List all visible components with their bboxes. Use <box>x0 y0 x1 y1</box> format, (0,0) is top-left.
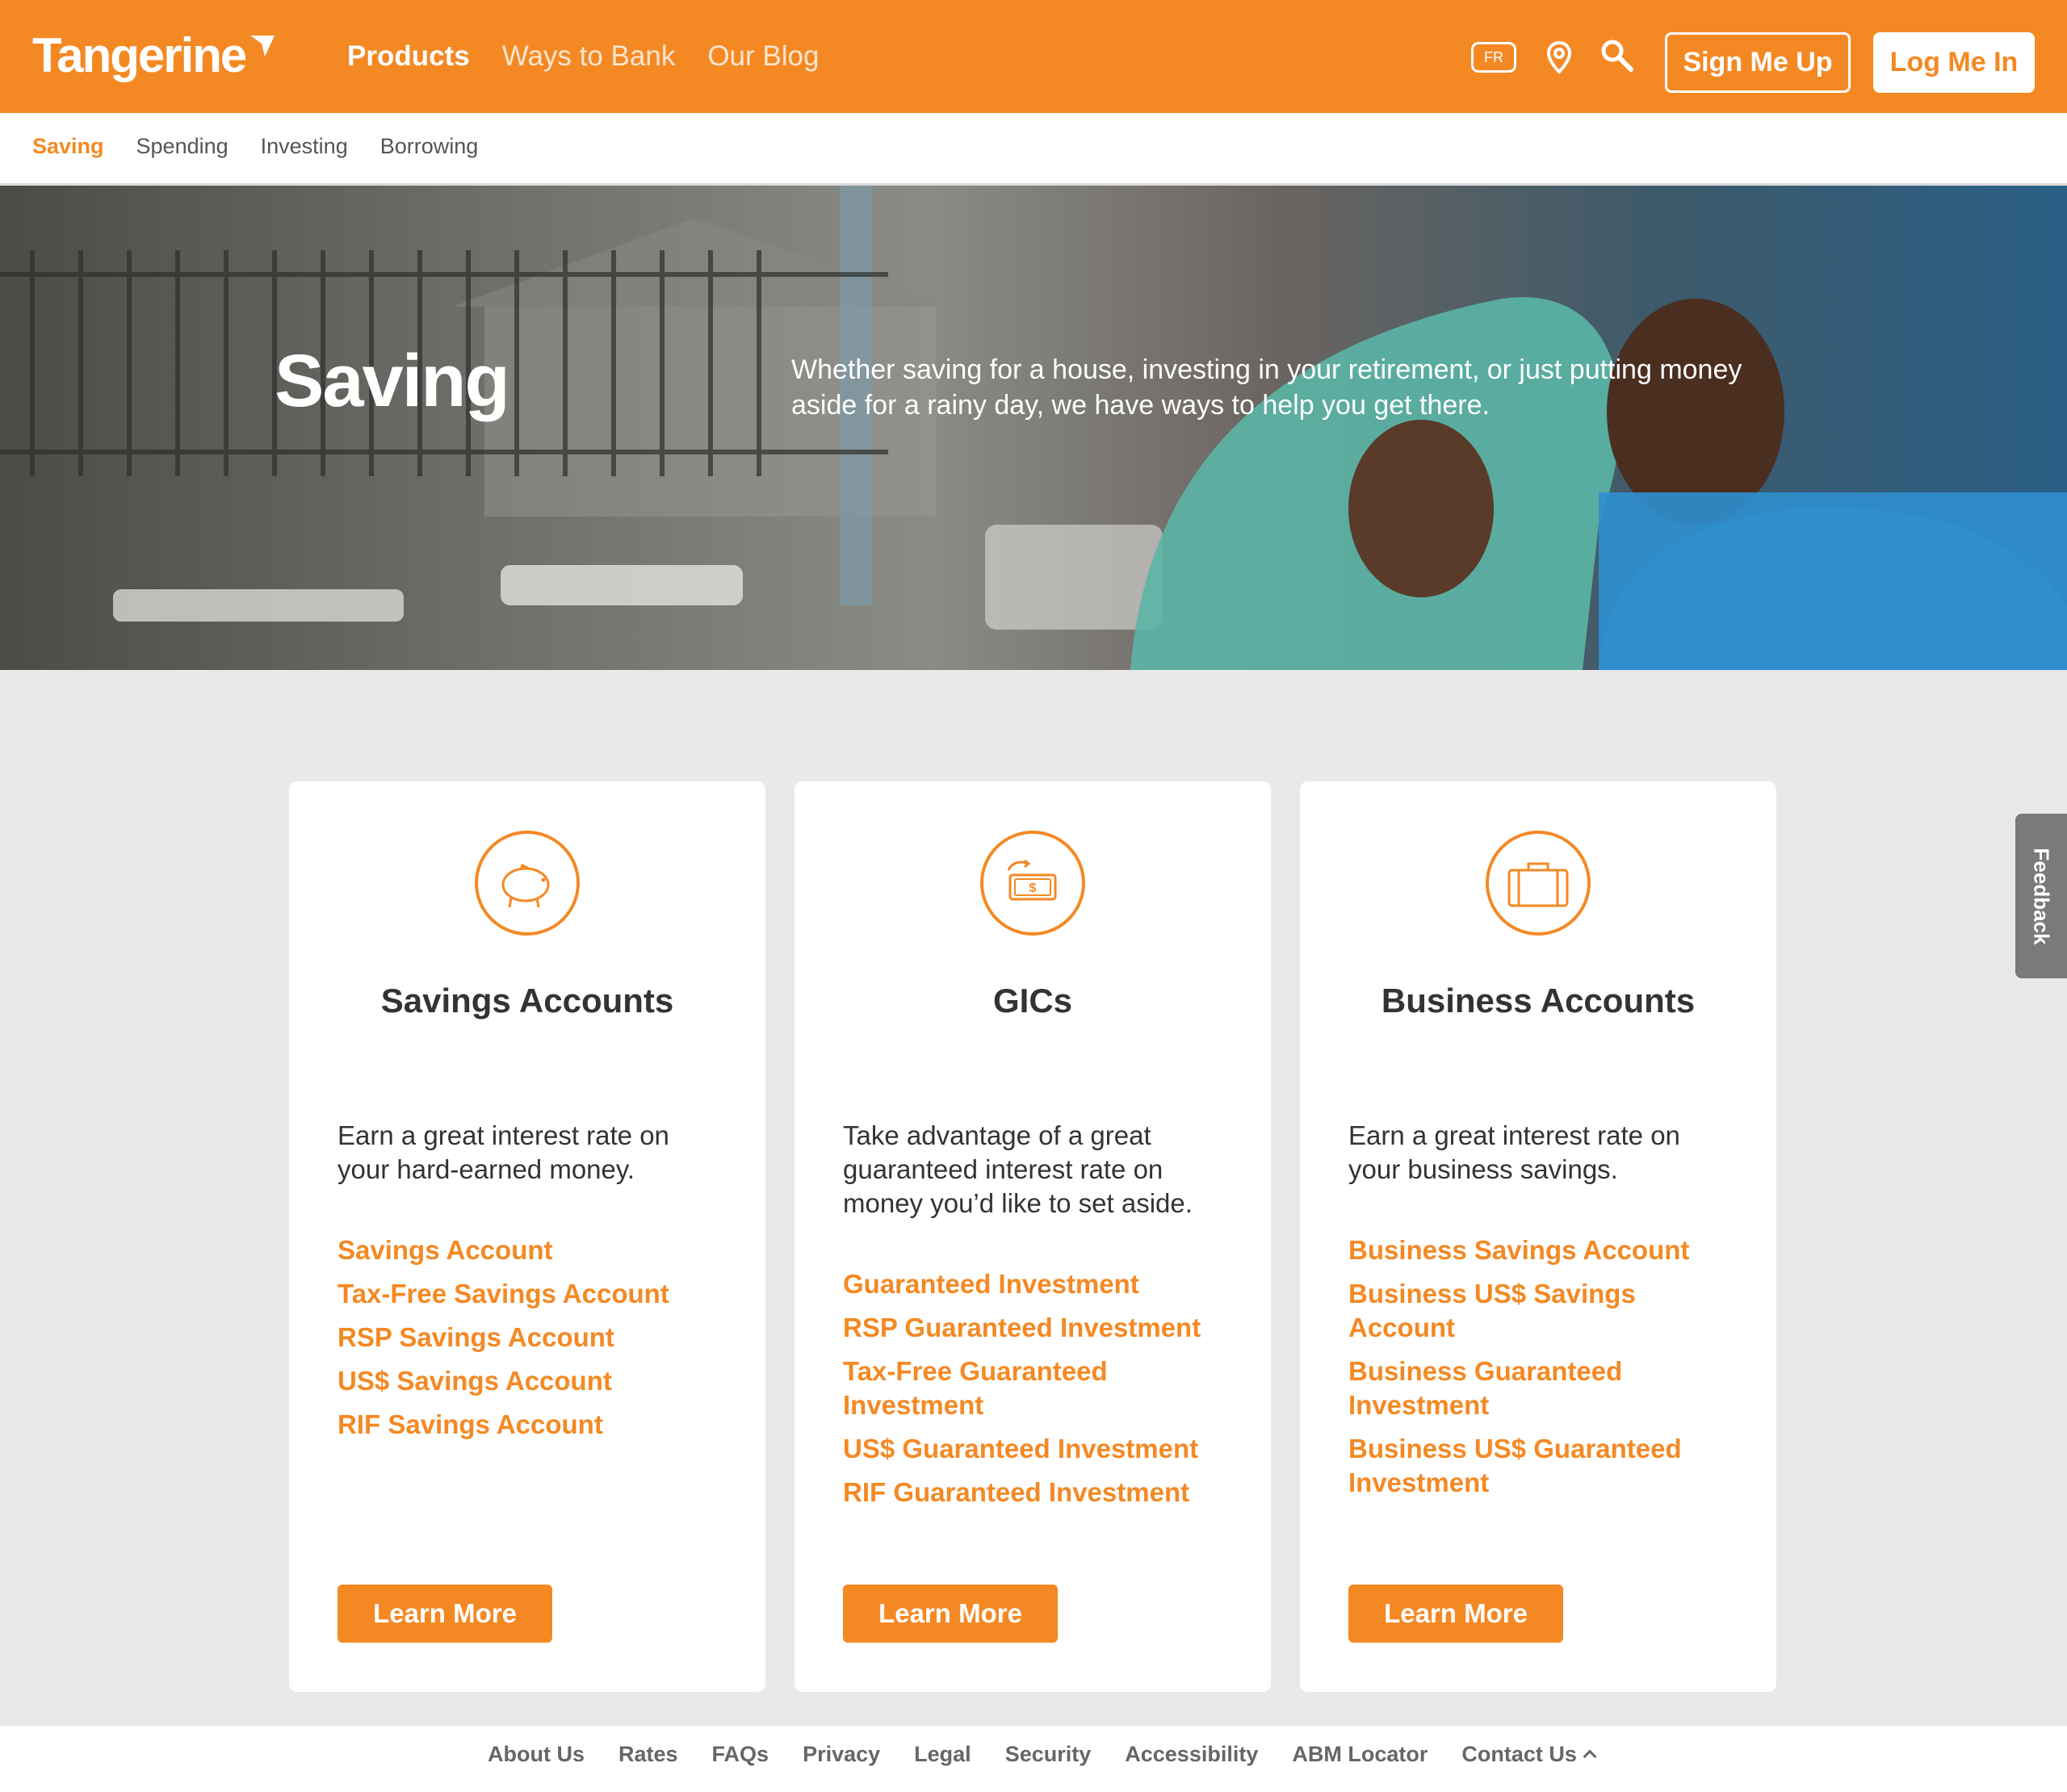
svg-text:$: $ <box>1029 881 1037 895</box>
top-header: Tangerine Products Ways to Bank Our Blog… <box>0 0 2067 113</box>
footer-accessibility[interactable]: Accessibility <box>1125 1742 1258 1767</box>
main-nav: Products Ways to Bank Our Blog <box>347 40 819 73</box>
learn-more-button[interactable]: Learn More <box>338 1585 552 1643</box>
footer-rates[interactable]: Rates <box>618 1742 678 1767</box>
contact-us-label: Contact Us <box>1461 1742 1577 1766</box>
footer-security[interactable]: Security <box>1005 1742 1092 1767</box>
subnav-investing[interactable]: Investing <box>261 134 348 159</box>
card-gics: $ GICs Take advantage of a great guarant… <box>795 781 1271 1692</box>
hero-photo <box>0 186 2067 670</box>
link-guaranteed-investment[interactable]: Guaranteed Investment <box>843 1267 1231 1301</box>
briefcase-icon <box>1486 831 1591 936</box>
link-business-usd-guaranteed-investment[interactable]: Business US$ Guaranteed Investment <box>1348 1432 1720 1500</box>
language-toggle[interactable]: FR <box>1471 42 1516 73</box>
footer-privacy[interactable]: Privacy <box>803 1742 880 1767</box>
footer-abm-locator[interactable]: ABM Locator <box>1292 1742 1428 1767</box>
footer-faqs[interactable]: FAQs <box>712 1742 769 1767</box>
subnav-borrowing[interactable]: Borrowing <box>380 134 479 159</box>
piggy-bank-icon <box>475 831 580 936</box>
money-cycle-icon: $ <box>980 831 1085 936</box>
link-business-guaranteed-investment[interactable]: Business Guaranteed Investment <box>1348 1354 1671 1422</box>
card-title: Business Accounts <box>1381 982 1696 1020</box>
search-icon[interactable] <box>1599 37 1636 74</box>
footer-contact-us[interactable]: Contact Us <box>1461 1742 1597 1767</box>
hero-banner: Saving Whether saving for a house, inves… <box>0 186 2067 670</box>
link-savings-account[interactable]: Savings Account <box>338 1233 725 1267</box>
card-description: Earn a great interest rate on your hard-… <box>338 1120 669 1184</box>
link-usd-savings-account[interactable]: US$ Savings Account <box>338 1364 725 1398</box>
link-business-savings-account[interactable]: Business Savings Account <box>1348 1233 1736 1267</box>
link-rsp-guaranteed-investment[interactable]: RSP Guaranteed Investment <box>843 1311 1231 1345</box>
card-savings-accounts: Savings Accounts Earn a great interest r… <box>289 781 765 1692</box>
link-rif-savings-account[interactable]: RIF Savings Account <box>338 1408 725 1442</box>
footer-about-us[interactable]: About Us <box>488 1742 585 1767</box>
card-description: Earn a great interest rate on your busin… <box>1348 1120 1680 1184</box>
link-rsp-savings-account[interactable]: RSP Savings Account <box>338 1321 725 1354</box>
sub-nav: Saving Spending Investing Borrowing <box>0 113 2067 186</box>
hero-description: Whether saving for a house, investing in… <box>791 354 1742 421</box>
feedback-tab[interactable]: Feedback <box>2015 814 2067 978</box>
card-business-accounts: Business Accounts Earn a great interest … <box>1300 781 1776 1692</box>
link-rif-guaranteed-investment[interactable]: RIF Guaranteed Investment <box>843 1476 1231 1509</box>
hero-title: Saving <box>275 340 510 422</box>
card-link-list: Savings Account Tax-Free Savings Account… <box>338 1233 725 1451</box>
logo-mark-icon <box>250 36 275 57</box>
card-link-list: Business Savings Account Business US$ Sa… <box>1348 1233 1704 1509</box>
learn-more-button[interactable]: Learn More <box>843 1585 1058 1643</box>
card-title: Savings Accounts <box>380 982 674 1020</box>
logo-text: Tangerine <box>32 28 247 82</box>
card-link-list: Guaranteed Investment RSP Guaranteed Inv… <box>843 1267 1231 1519</box>
footer: About Us Rates FAQs Privacy Legal Securi… <box>0 1726 2067 1792</box>
link-tax-free-savings-account[interactable]: Tax-Free Savings Account <box>338 1277 725 1311</box>
sign-me-up-button[interactable]: Sign Me Up <box>1665 32 1851 93</box>
nav-our-blog[interactable]: Our Blog <box>707 40 819 73</box>
tangerine-logo[interactable]: Tangerine <box>32 27 276 83</box>
feedback-label: Feedback <box>2029 848 2054 944</box>
link-usd-guaranteed-investment[interactable]: US$ Guaranteed Investment <box>843 1432 1231 1466</box>
card-description: Take advantage of a great guaranteed int… <box>843 1120 1193 1218</box>
subnav-saving[interactable]: Saving <box>32 134 104 159</box>
log-me-in-button[interactable]: Log Me In <box>1873 32 2035 93</box>
nav-products[interactable]: Products <box>347 40 470 73</box>
subnav-spending[interactable]: Spending <box>136 134 229 159</box>
location-pin-icon[interactable] <box>1545 40 1573 74</box>
footer-legal[interactable]: Legal <box>914 1742 971 1767</box>
card-title: GICs <box>992 982 1073 1020</box>
nav-ways-to-bank[interactable]: Ways to Bank <box>502 40 676 73</box>
link-business-usd-savings-account[interactable]: Business US$ Savings Account <box>1348 1277 1671 1345</box>
link-tax-free-guaranteed-investment[interactable]: Tax-Free Guaranteed Investment <box>843 1354 1150 1422</box>
chevron-up-icon <box>1583 1749 1597 1764</box>
learn-more-button[interactable]: Learn More <box>1348 1585 1563 1643</box>
